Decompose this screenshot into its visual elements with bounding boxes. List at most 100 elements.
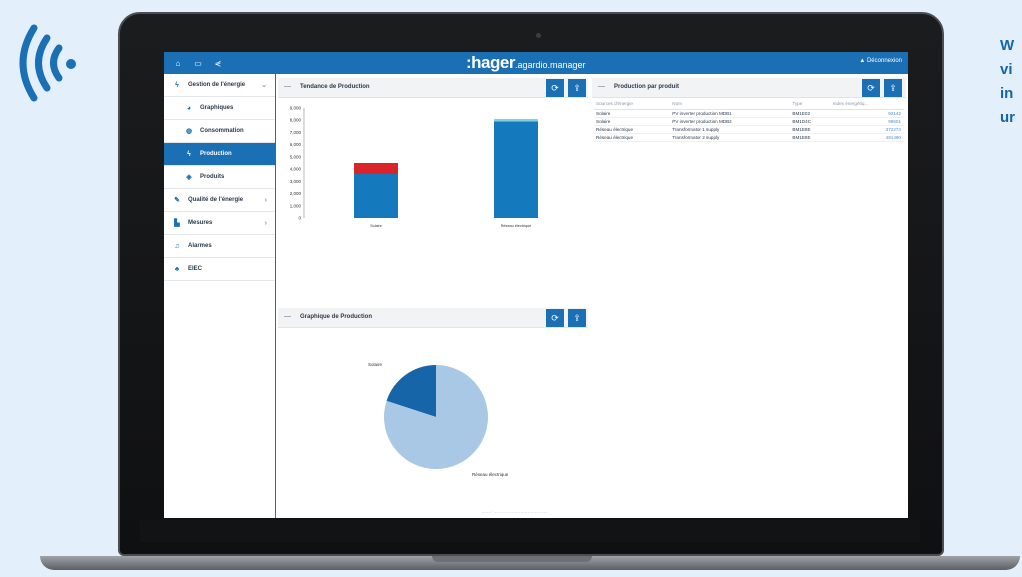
table-cell: Solaire [594,109,671,118]
user-menu[interactable]: ▲ Déconnexion [859,58,902,64]
column-header[interactable]: Nom [670,98,791,110]
bars-icon: ▙ [174,220,180,227]
pie-panel-header: — Graphique de Production ⟳ ⇪ [278,308,588,328]
table-cell: 99601 [830,117,904,126]
collapse-icon[interactable]: — [598,83,605,90]
bar-segment[interactable] [354,163,398,174]
table-row[interactable]: Réseau électrique Transformator 2 supply B… [594,133,904,142]
webcam [536,33,541,38]
sidebar-item-label: Production [200,151,232,157]
table-row[interactable]: Réseau électrique Transformator 1 supply B… [594,125,904,134]
table-row[interactable]: Solaire PV inverter production MDB1 BM1E02… [594,109,904,118]
app-logo: :hager.agardio.manager [466,53,586,72]
y-tick-label: 6,000 [290,142,302,147]
sidebar-item[interactable]: ϟ Production [164,143,275,166]
pie-label: Solaire [368,362,383,367]
bar-segment[interactable] [494,119,538,122]
refresh-button[interactable]: ⟳ [546,79,564,97]
column-header[interactable]: Type [790,98,831,110]
export-button[interactable]: ⇪ [884,79,902,97]
collapse-icon[interactable]: — [284,313,291,320]
laptop-notch [432,556,592,562]
sidebar-item[interactable]: ϟ Gestion de l'énergie ⌄ [164,74,275,97]
table-cell: BM1E02 [790,109,831,118]
trend-panel-title: Tendance de Production [300,84,370,90]
table-cell: PV inverter production MDB1 [670,109,791,118]
y-tick-label: 1,000 [290,203,302,208]
refresh-button[interactable]: ⟳ [546,309,564,327]
x-tick-label: Réseau électrique [501,224,532,228]
y-tick-label: 2,000 [290,191,302,196]
production-pie-chart: Solaire Réseau électrique [368,362,509,477]
laptop-bezel [140,520,920,542]
table-cell: BM1E8E [790,133,831,142]
sidebar-item-label: EIEC [188,266,203,272]
user-icon: ▲ [859,58,867,64]
chevron-icon: › [264,219,267,227]
sidebar-item-label: Mesures [188,220,213,226]
table-cell: Transformator 2 supply [670,133,791,142]
bolt-icon: ϟ [175,81,179,89]
sidebar-item-label: Produits [200,174,225,180]
sidebar-item[interactable]: ♫ Alarmes [164,235,275,258]
table-cell: Transformator 1 supply [670,125,791,134]
trend-panel-header: — Tendance de Production ⟳ ⇪ [278,78,588,98]
y-tick-label: 9,000 [290,106,302,111]
table-cell: 92142 [830,109,904,118]
chevron-icon: › [264,196,267,204]
product-panel-title: Production par produit [614,84,679,90]
x-tick-label: Solaire [370,224,382,228]
refresh-button[interactable]: ⟳ [862,79,880,97]
table-cell: Réseau électrique [594,125,671,134]
table-cell: BM1D4C [790,117,831,126]
monitor-icon[interactable]: ▭ [190,52,206,74]
sidebar-item-label: Qualité de l'énergie [188,197,244,203]
table-cell: Réseau électrique [594,133,671,142]
plug-icon: ✎ [174,197,180,204]
table-cell: PV inverter production MDB2 [670,117,791,126]
bar-segment[interactable] [354,174,398,218]
export-button[interactable]: ⇪ [568,309,586,327]
collapse-icon[interactable]: — [284,83,291,90]
table-row[interactable]: Solaire PV inverter production MDB2 BM1D4C… [594,117,904,126]
box-icon: ◈ [186,174,192,181]
marketing-text: W vi in ur [1000,37,1015,126]
column-header[interactable]: Sources d'énergie [594,98,671,110]
sidebar-item[interactable]: ▙ Mesures › [164,212,275,235]
tree-icon: ♣ [174,265,180,273]
bell-icon: ♫ [174,242,180,250]
chevron-icon: ⌄ [261,82,267,89]
sidebar-item[interactable]: ♣ EIEC [164,258,275,281]
bar-segment[interactable] [494,121,538,218]
meter-icon: ◍ [185,128,193,135]
y-tick-label: 4,000 [290,167,302,172]
export-button[interactable]: ⇪ [568,79,586,97]
top-bar: ⌂ ▭ ⋞ :hager.agardio.manager ▲ Déconnexi… [164,52,908,74]
sidebar-item[interactable]: ✎ Qualité de l'énergie › [164,189,275,212]
home-icon[interactable]: ⌂ [170,52,186,74]
sidebar-item[interactable]: ◍ Consommation [164,120,275,143]
sidebar: ϟ Gestion de l'énergie ⌄ ◕ Graphiques ◍ Consom… [164,74,276,518]
y-tick-label: 5,000 [290,154,302,159]
sidebar-item-label: Consommation [200,128,244,134]
table-cell: 372274 [830,125,904,134]
table-cell: Solaire [594,117,671,126]
chart-icon: ◕ [186,104,192,112]
sidebar-item-label: Graphiques [200,105,234,111]
product-panel-header: — Production par produit ⟳ ⇪ [592,78,906,98]
column-header[interactable]: Index énergétiq... [830,98,904,110]
y-tick-label: 7,000 [290,130,302,135]
page-indicator: – – – · – – – – – – – – – – – – – – – – [482,509,547,514]
production-trend-chart: 0 1,000 2,000 3,000 4,000 5,000 6,000 7,000 8,00… [290,106,538,228]
sidebar-item[interactable]: ◕ Graphiques [164,97,275,120]
sidebar-item[interactable]: ◈ Produits [164,166,275,189]
sidebar-item-label: Alarmes [188,243,212,249]
y-tick-label: 3,000 [290,179,302,184]
share-icon[interactable]: ⋞ [210,52,226,74]
production-table: Sources d'énergie Nom Type Index énergét… [594,98,904,142]
sidebar-item-label: Gestion de l'énergie [188,82,246,88]
app-screen: ⌂ ▭ ⋞ :hager.agardio.manager ▲ Déconnexi… [164,52,908,518]
y-tick-label: 8,000 [290,118,302,123]
y-tick-label: 0 [298,216,301,221]
wireless-signal-icon [19,24,76,102]
